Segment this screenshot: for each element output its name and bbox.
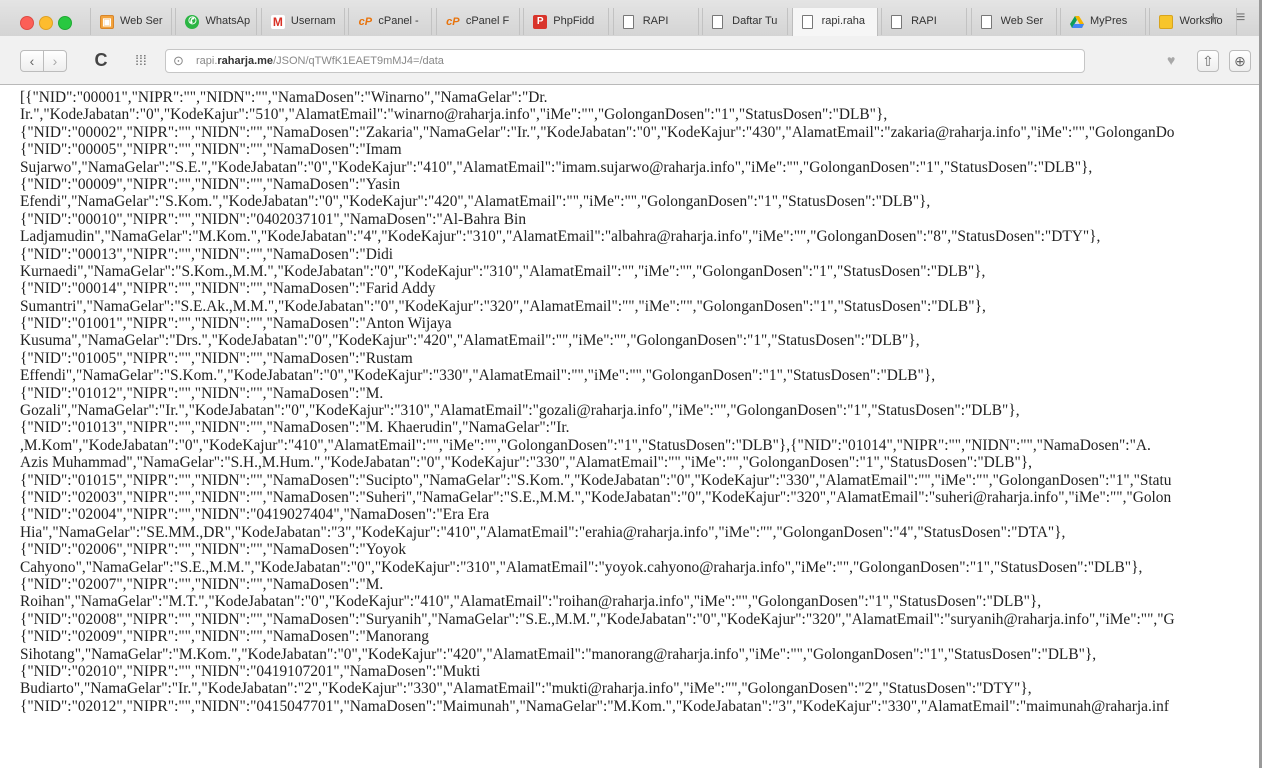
json-line: {"NID":"02009","NIPR":"","NIDN":"","Nama…: [20, 628, 429, 646]
tab-rapi-1[interactable]: RAPI: [612, 8, 699, 35]
tab-overview-button[interactable]: ≡: [1236, 9, 1245, 27]
tab-label: RAPI: [642, 15, 669, 27]
json-line: Ir.","KodeJabatan":"0","KodeKajur":"510"…: [20, 106, 888, 124]
url-prefix: rapi.: [196, 55, 218, 67]
tab-workshop[interactable]: Worksho: [1149, 8, 1238, 35]
json-line: {"NID":"02008","NIPR":"","NIDN":"","Nama…: [20, 610, 1175, 628]
whatsapp-icon: ✆: [185, 15, 200, 29]
forward-button[interactable]: ›: [43, 50, 67, 72]
tab-list: ▣ Web Ser ✆ WhatsAp M Usernam cP cPanel …: [90, 8, 1238, 36]
heart-icon[interactable]: ♥: [1167, 52, 1175, 68]
json-line: {"NID":"01015","NIPR":"","NIDN":"","Nama…: [20, 471, 1172, 489]
json-line: ,M.Kom","KodeJabatan":"0","KodeKajur":"4…: [20, 436, 1151, 454]
tab-label: MyPres: [1089, 15, 1128, 27]
back-button[interactable]: ‹: [20, 50, 44, 72]
new-tab-button[interactable]: +: [1208, 9, 1219, 27]
json-line: Gozali","NamaGelar":"Ir.","KodeJabatan":…: [20, 402, 1020, 420]
json-line: Efendi","NamaGelar":"S.Kom.","KodeJabata…: [20, 193, 931, 211]
tab-label: rapi.raha: [821, 15, 866, 27]
json-line: {"NID":"00014","NIPR":"","NIDN":"","Nama…: [20, 280, 436, 298]
url-path: /JSON/qTWfK1EAET9mMJ4=/data: [273, 55, 444, 67]
browser-window: ▣ Web Ser ✆ WhatsAp M Usernam cP cPanel …: [0, 0, 1262, 768]
tab-cpanel-2[interactable]: cP cPanel F: [435, 8, 520, 35]
json-line: Ladjamudin","NamaGelar":"M.Kom.","KodeJa…: [20, 228, 1101, 246]
json-line: {"NID":"01001","NIPR":"","NIDN":"","Nama…: [20, 315, 452, 333]
document-icon: ▣: [100, 15, 114, 29]
json-line: Sujarwo","NamaGelar":"S.E.","KodeJabatan…: [20, 158, 1093, 176]
page-icon: [980, 15, 992, 29]
tab-label: WhatsAp: [205, 15, 251, 27]
phpfiddle-icon: P: [533, 15, 548, 29]
site-info-icon[interactable]: ⊙: [173, 53, 184, 69]
json-line: {"NID":"00010","NIPR":"","NIDN":"0402037…: [20, 210, 527, 228]
tab-username[interactable]: M Usernam: [260, 8, 345, 35]
tab-label: Usernam: [290, 15, 336, 27]
json-line: {"NID":"01005","NIPR":"","NIDN":"","Nama…: [20, 349, 413, 367]
url-text: rapi.raharja.me/JSON/qTWfK1EAET9mMJ4=/da…: [196, 55, 444, 67]
json-line: {"NID":"02010","NIPR":"","NIDN":"0419107…: [20, 662, 481, 680]
json-line: {"NID":"00002","NIPR":"","NIDN":"","Nama…: [20, 123, 1175, 141]
json-line: Sumantri","NamaGelar":"S.E.Ak.,M.M.","Ko…: [20, 297, 986, 315]
tab-label: PhpFidd: [553, 15, 595, 27]
json-line: {"NID":"02004","NIPR":"","NIDN":"0419027…: [20, 506, 490, 524]
tab-rapi-2[interactable]: RAPI: [881, 8, 968, 35]
json-response-text: [{"NID":"00001","NIPR":"","NIDN":"","Nam…: [20, 89, 1262, 715]
json-line: Hia","NamaGelar":"SE.MM.,DR","KodeJabata…: [20, 523, 1066, 541]
json-line: {"NID":"00009","NIPR":"","NIDN":"","Nama…: [20, 175, 401, 193]
json-line: {"NID":"02003","NIPR":"","NIDN":"","Nama…: [20, 488, 1172, 506]
json-line: Cahyono","NamaGelar":"S.E.,M.M.","KodeJa…: [20, 558, 1143, 576]
gmail-icon: M: [270, 15, 285, 29]
json-line: {"NID":"01013","NIPR":"","NIDN":"","Nama…: [20, 419, 570, 437]
tab-label: Web Ser: [120, 15, 163, 27]
downloads-button[interactable]: ⊕: [1229, 50, 1251, 72]
tab-mypres[interactable]: MyPres: [1059, 8, 1146, 35]
page-content: [{"NID":"00001","NIPR":"","NIDN":"","Nam…: [0, 85, 1262, 768]
json-line: Azis Muhammad","NamaGelar":"S.H.,M.Hum."…: [20, 454, 1032, 472]
json-line: {"NID":"00005","NIPR":"","NIDN":"","Nama…: [20, 141, 402, 159]
json-line: Effendi","NamaGelar":"S.Kom.","KodeJabat…: [20, 367, 936, 385]
page-icon: [622, 15, 634, 29]
close-window-button[interactable]: [20, 16, 34, 30]
minimize-window-button[interactable]: [39, 16, 53, 30]
tab-daftar[interactable]: Daftar Tu: [702, 8, 789, 35]
page-icon: [801, 15, 813, 29]
browser-toolbar: ‹ › C ⁞⁞⁞ ⊙ rapi.raharja.me/JSON/qTWfK1E…: [0, 36, 1262, 85]
json-line: {"NID":"01012","NIPR":"","NIDN":"","Nama…: [20, 384, 384, 402]
json-line: {"NID":"00013","NIPR":"","NIDN":"","Nama…: [20, 245, 394, 263]
json-line: Sihotang","NamaGelar":"M.Kom.","KodeJaba…: [20, 645, 1097, 663]
json-line: {"NID":"02006","NIPR":"","NIDN":"","Nama…: [20, 541, 407, 559]
tab-whatsapp[interactable]: ✆ WhatsAp: [175, 8, 258, 35]
spreadsheet-icon: [1159, 15, 1174, 29]
page-icon: [712, 15, 724, 29]
page-icon: [891, 15, 903, 29]
tab-label: Web Ser: [1000, 15, 1044, 27]
tab-strip: ▣ Web Ser ✆ WhatsAp M Usernam cP cPanel …: [0, 0, 1262, 37]
cpanel-icon: cP: [358, 16, 373, 28]
tab-label: cPanel F: [465, 15, 510, 27]
google-drive-icon: [1069, 15, 1084, 29]
address-bar[interactable]: ⊙ rapi.raharja.me/JSON/qTWfK1EAET9mMJ4=/…: [165, 49, 1085, 73]
json-line: Budiarto","NamaGelar":"Ir.","KodeJabatan…: [20, 680, 1032, 698]
apps-grid-button[interactable]: ⁞⁞⁞: [130, 50, 152, 72]
json-line: Kurnaedi","NamaGelar":"S.Kom.,M.M.","Kod…: [20, 262, 986, 280]
tab-label: Daftar Tu: [732, 15, 778, 27]
json-line: {"NID":"02012","NIPR":"","NIDN":"0415047…: [20, 697, 1169, 715]
tab-web-ser-2[interactable]: Web Ser: [970, 8, 1057, 35]
tab-cpanel-1[interactable]: cP cPanel -: [348, 8, 433, 35]
maximize-window-button[interactable]: [58, 16, 72, 30]
cpanel-icon: cP: [446, 16, 460, 28]
json-line: {"NID":"02007","NIPR":"","NIDN":"","Nama…: [20, 575, 384, 593]
json-line: Roihan","NamaGelar":"M.T.","KodeJabatan"…: [20, 593, 1042, 611]
json-line: [{"NID":"00001","NIPR":"","NIDN":"","Nam…: [20, 89, 548, 106]
tab-label: RAPI: [911, 15, 937, 27]
tab-phpfiddle[interactable]: P PhpFidd: [523, 8, 610, 35]
json-line: Kusuma","NamaGelar":"Drs.","KodeJabatan"…: [20, 332, 920, 350]
share-button[interactable]: ⇧: [1197, 50, 1219, 72]
reload-button[interactable]: C: [90, 50, 112, 72]
url-domain: raharja.me: [217, 55, 274, 67]
tab-web-ser[interactable]: ▣ Web Ser: [90, 8, 172, 35]
tab-rapi-raharja-active[interactable]: rapi.raha: [791, 8, 878, 36]
tab-label: cPanel -: [378, 15, 419, 27]
